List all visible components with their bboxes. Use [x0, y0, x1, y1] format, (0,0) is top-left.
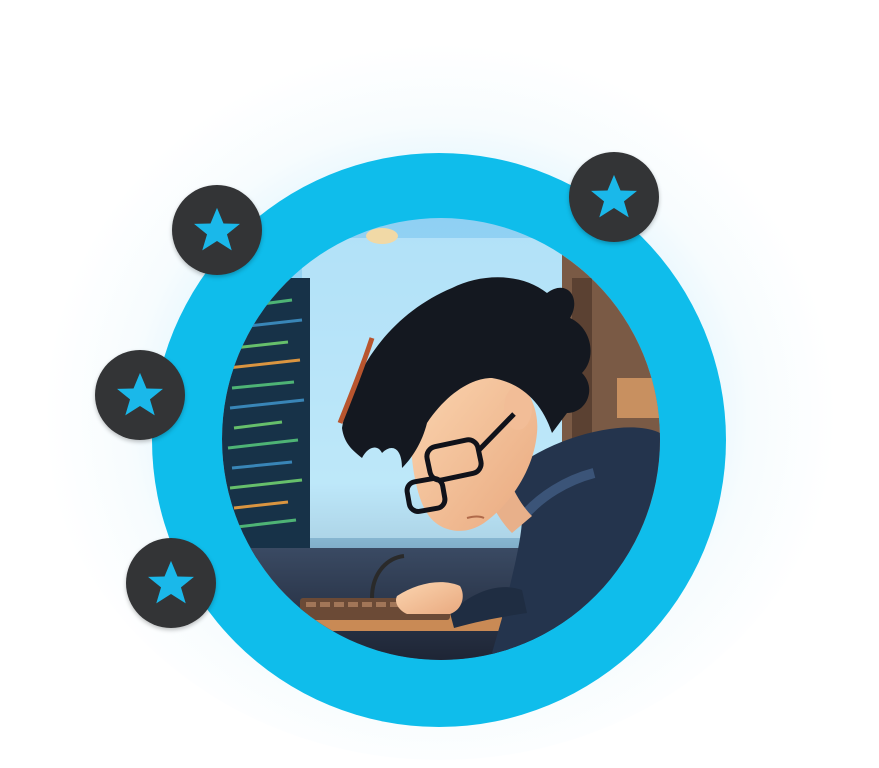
star-icon: [148, 560, 194, 604]
avatar-stage: [0, 0, 879, 768]
star-icon: [194, 207, 240, 251]
profile-avatar[interactable]: [222, 218, 660, 660]
star-icon: [591, 174, 637, 218]
programmer-illustration: [222, 218, 660, 660]
star-badge-top-left[interactable]: [172, 185, 262, 275]
star-badge-bottom-left[interactable]: [126, 538, 216, 628]
star-badge-middle-left[interactable]: [95, 350, 185, 440]
star-badge-top-right[interactable]: [569, 152, 659, 242]
star-icon: [117, 372, 163, 416]
